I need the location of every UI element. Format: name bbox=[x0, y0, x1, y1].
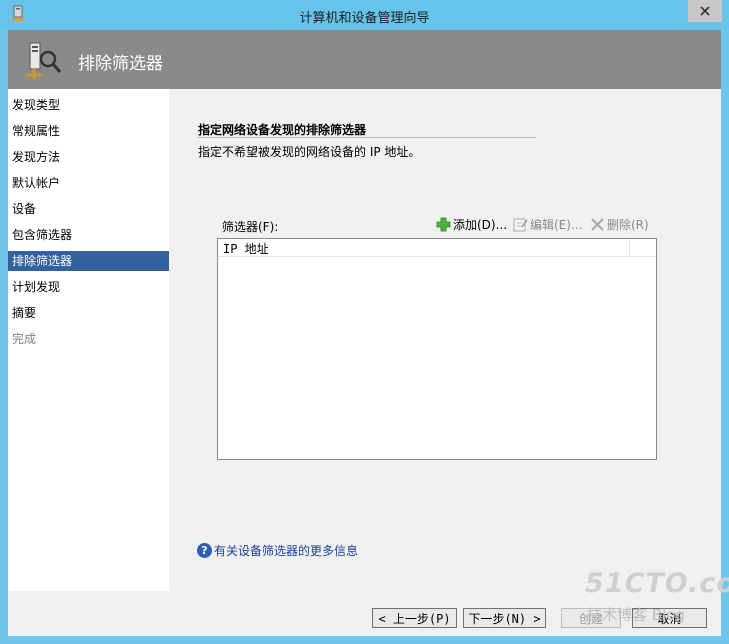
section-title: 指定网络设备发现的排除筛选器 bbox=[198, 123, 367, 137]
nav-item-completion: 完成 bbox=[12, 332, 37, 346]
nav-item-devices[interactable]: 设备 bbox=[8, 199, 169, 219]
nav-item-default-account[interactable]: 默认帐户 bbox=[8, 173, 169, 193]
edit-button-label: 编辑(E)... bbox=[530, 218, 583, 232]
nav-item-exclude-filters[interactable]: 排除筛选器 bbox=[8, 251, 169, 271]
page-title: 排除筛选器 bbox=[78, 54, 163, 74]
delete-icon bbox=[591, 218, 604, 231]
edit-button[interactable]: 编辑(E)... bbox=[513, 216, 582, 233]
add-button[interactable]: 添加(D)... bbox=[436, 216, 507, 233]
nav-item-summary[interactable]: 摘要 bbox=[8, 303, 169, 323]
nav-item-discovery-method[interactable]: 发现方法 bbox=[8, 147, 169, 167]
help-icon: ? bbox=[197, 543, 212, 558]
nav-item-include-filters[interactable]: 包含筛选器 bbox=[8, 225, 169, 245]
close-icon bbox=[700, 6, 710, 16]
next-button[interactable]: 下一步(N) > bbox=[463, 608, 546, 628]
wizard-nav: 发现类型 常规属性 发现方法 默认帐户 设备 包含筛选器 排除筛选器 计划发现 … bbox=[8, 89, 169, 591]
filters-list[interactable]: IP 地址 bbox=[217, 238, 657, 460]
watermark-blog-text: Blog bbox=[651, 606, 685, 624]
column-separator bbox=[629, 239, 630, 256]
wizard-header: 排除筛选器 bbox=[8, 30, 721, 89]
nav-item-schedule-discovery[interactable]: 计划发现 bbox=[8, 277, 169, 297]
add-button-label: 添加(D)... bbox=[453, 218, 508, 232]
title-bar: 计算机和设备管理向导 bbox=[0, 0, 729, 30]
window-title: 计算机和设备管理向导 bbox=[299, 11, 430, 26]
previous-button[interactable]: < 上一步(P) bbox=[372, 608, 457, 628]
delete-button[interactable]: 删除(R) bbox=[590, 216, 649, 233]
section-divider bbox=[198, 137, 536, 138]
close-button[interactable] bbox=[688, 0, 722, 22]
nav-item-discovery-type[interactable]: 发现类型 bbox=[8, 95, 169, 115]
watermark: 51CTO.com 技术博客 Blog bbox=[585, 568, 729, 638]
add-icon bbox=[436, 217, 451, 232]
ip-address-column: IP 地址 bbox=[223, 242, 269, 256]
watermark-subtitle: 技术博客 Blog bbox=[587, 604, 685, 625]
watermark-brand: 51CTO.com bbox=[585, 568, 729, 599]
filter-device-icon bbox=[24, 39, 64, 81]
wizard-window: 排除筛选器 发现类型 常规属性 发现方法 默认帐户 设备 包含筛选器 排除筛选器… bbox=[8, 30, 721, 636]
edit-icon bbox=[513, 218, 528, 232]
section-description: 指定不希望被发现的网络设备的 IP 地址。 bbox=[198, 145, 421, 159]
watermark-sub-text: 技术博客 bbox=[587, 606, 648, 624]
help-link-label: 有关设备筛选器的更多信息 bbox=[214, 544, 359, 558]
content-pane: 指定网络设备发现的排除筛选器 指定不希望被发现的网络设备的 IP 地址。 筛选器… bbox=[169, 89, 721, 591]
help-link[interactable]: ? 有关设备筛选器的更多信息 bbox=[197, 542, 358, 559]
delete-button-label: 删除(R) bbox=[607, 218, 649, 232]
filters-label: 筛选器(F): bbox=[222, 220, 279, 234]
list-column-header[interactable]: IP 地址 bbox=[218, 239, 656, 257]
nav-item-general-properties[interactable]: 常规属性 bbox=[8, 121, 169, 141]
